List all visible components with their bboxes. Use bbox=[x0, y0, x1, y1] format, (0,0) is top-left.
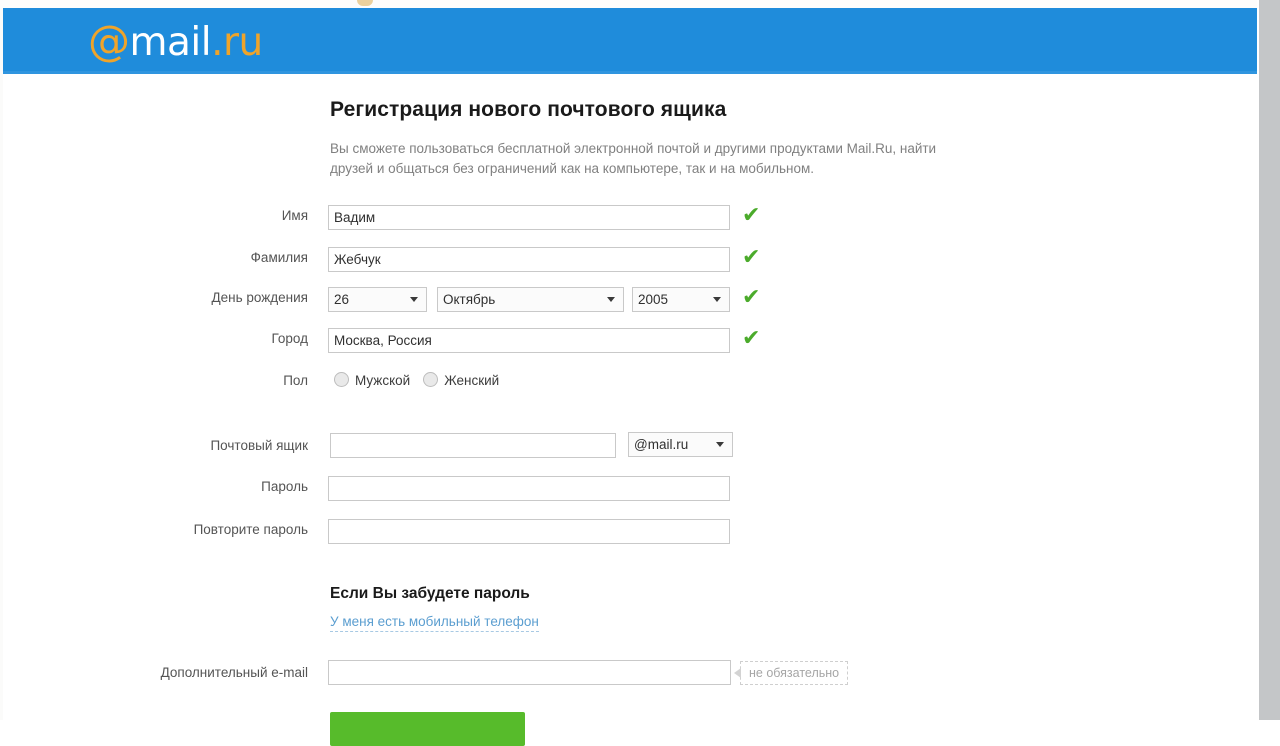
chevron-down-icon bbox=[716, 442, 724, 447]
birthday-year-value: 2005 bbox=[638, 292, 669, 307]
extra-email-optional-hint: не обязательно bbox=[734, 661, 849, 685]
birthday-valid-icon: ✔ bbox=[742, 285, 761, 310]
gender-option-female-label: Женский bbox=[444, 373, 500, 388]
birthday-day-value: 26 bbox=[334, 292, 350, 307]
label-birthday: День рождения bbox=[211, 290, 308, 305]
content-area: Регистрация нового почтового ящика Вы см… bbox=[0, 74, 1257, 746]
radio-icon bbox=[334, 372, 349, 387]
label-password: Пароль bbox=[261, 479, 308, 494]
window-top-strip bbox=[0, 0, 1280, 8]
radio-icon bbox=[423, 372, 439, 387]
hint-pointer-icon bbox=[734, 668, 741, 678]
page-title: Регистрация нового почтового ящика bbox=[330, 98, 727, 121]
password-repeat-input[interactable] bbox=[328, 519, 730, 544]
scrollbar-gutter[interactable] bbox=[1257, 0, 1280, 720]
chevron-down-icon bbox=[713, 297, 721, 302]
first-name-valid-icon: ✔ bbox=[742, 203, 761, 228]
mailbox-input[interactable] bbox=[330, 433, 616, 458]
label-extra-email: Дополнительный e-mail bbox=[160, 665, 308, 680]
birthday-month-value: Октябрь bbox=[443, 292, 496, 307]
scrollbar-gutter-inner-edge bbox=[1257, 0, 1259, 720]
gender-radio-group: Мужской Женский bbox=[334, 372, 512, 388]
mailbox-domain-select[interactable]: @mail.ru bbox=[628, 432, 733, 457]
birthday-day-select[interactable]: 26 bbox=[328, 287, 427, 312]
birthday-month-select[interactable]: Октябрь bbox=[437, 287, 624, 312]
at-icon: @ bbox=[88, 16, 130, 65]
chevron-down-icon bbox=[410, 297, 418, 302]
logo-ru-text: .ru bbox=[211, 20, 263, 65]
register-button[interactable] bbox=[330, 712, 525, 746]
first-name-input[interactable] bbox=[328, 205, 730, 230]
last-name-input[interactable] bbox=[328, 247, 730, 272]
city-valid-icon: ✔ bbox=[742, 326, 761, 351]
mailru-logo[interactable]: @mail.ru bbox=[88, 20, 263, 65]
label-gender: Пол bbox=[283, 373, 308, 388]
gender-option-male-label: Мужской bbox=[355, 373, 411, 388]
label-city: Город bbox=[271, 331, 308, 346]
have-mobile-phone-link[interactable]: У меня есть мобильный телефон bbox=[330, 614, 539, 632]
city-input[interactable] bbox=[328, 328, 730, 353]
logo-mail-text: mail bbox=[129, 20, 212, 65]
extra-email-input[interactable] bbox=[328, 660, 731, 685]
page-subtitle: Вы сможете пользоваться бесплатной элект… bbox=[330, 141, 937, 176]
gender-option-female[interactable]: Женский bbox=[423, 372, 500, 388]
label-password-repeat: Повторите пароль bbox=[193, 522, 308, 537]
label-first-name: Имя bbox=[281, 208, 308, 223]
gender-option-male[interactable]: Мужской bbox=[334, 372, 411, 388]
label-last-name: Фамилия bbox=[250, 250, 308, 265]
extra-email-optional-hint-text: не обязательно bbox=[749, 666, 840, 680]
chevron-down-icon bbox=[607, 297, 615, 302]
password-input[interactable] bbox=[328, 476, 730, 501]
site-header: @mail.ru bbox=[2, 8, 1258, 74]
last-name-valid-icon: ✔ bbox=[742, 245, 761, 270]
label-mailbox: Почтовый ящик bbox=[210, 438, 308, 453]
birthday-year-select[interactable]: 2005 bbox=[632, 287, 730, 312]
mailbox-domain-value: @mail.ru bbox=[634, 437, 689, 452]
recovery-heading: Если Вы забудете пароль bbox=[330, 585, 530, 602]
registration-page: @mail.ru Регистрация нового почтового ящ… bbox=[0, 0, 1280, 746]
page-left-edge bbox=[0, 8, 3, 720]
